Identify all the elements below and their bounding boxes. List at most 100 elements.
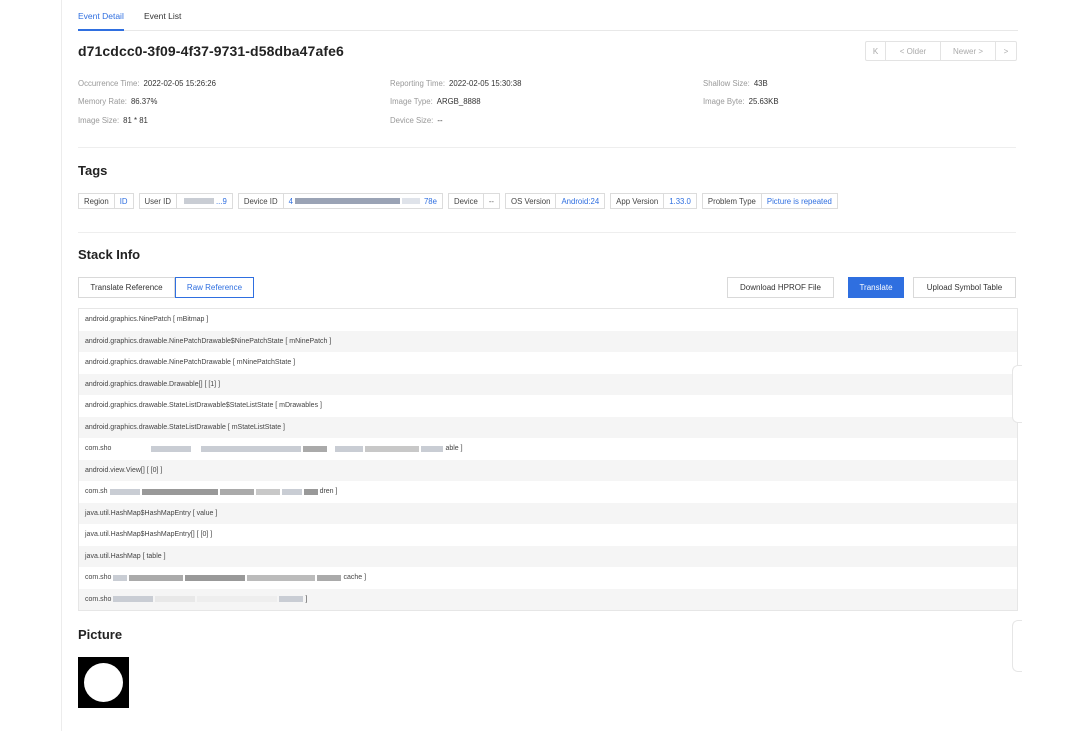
- redacted-block: [201, 445, 302, 452]
- upload-symbol-table-button[interactable]: Upload Symbol Table: [913, 277, 1016, 298]
- redacted-block: [421, 445, 444, 452]
- tag-value: ...9: [177, 194, 232, 208]
- stack-row-tail: able ]: [445, 445, 463, 453]
- image-size: Image Size: 81 * 81: [78, 116, 148, 125]
- last-page-button[interactable]: >: [996, 42, 1016, 60]
- stack-row: android.graphics.drawable.NinePatchDrawa…: [79, 352, 1017, 374]
- tag-device: Device --: [447, 193, 501, 209]
- active-tab-indicator: [78, 29, 124, 31]
- stack-row-text: android.graphics.drawable.NinePatchDrawa…: [85, 337, 332, 345]
- redacted-block: [255, 488, 280, 495]
- redacted-block: [185, 574, 246, 581]
- older-button[interactable]: < Older: [886, 42, 941, 60]
- redacted-block: [129, 574, 184, 581]
- tag-key: OS Version: [506, 194, 557, 208]
- pager: K < Older Newer > >: [865, 41, 1017, 61]
- stack-row-tail: cache ]: [343, 574, 367, 582]
- stack-row: com.sh dren ]: [79, 481, 1017, 503]
- stack-row-text: com.sho: [85, 445, 112, 453]
- redacted-block: [113, 596, 154, 603]
- tag-value: --: [488, 196, 495, 206]
- image-byte: Image Byte: 25.63KB: [703, 97, 779, 106]
- divider: [78, 147, 1016, 148]
- redacted-block: [335, 445, 364, 452]
- tag-key: Region: [79, 194, 115, 208]
- stack-row-text: android.graphics.NinePatch [ mBitmap ]: [85, 316, 209, 324]
- stack-row-text: java.util.HashMap$HashMapEntry [ value ]: [85, 509, 218, 517]
- tag-value: Picture is repeated: [766, 196, 832, 206]
- stack-row-text: java.util.HashMap [ table ]: [85, 552, 166, 560]
- occurrence-time: Occurrence Time: 2022-02-05 15:26:26: [78, 79, 216, 88]
- redacted-block: [155, 596, 196, 603]
- tag-key: Problem Type: [703, 194, 762, 208]
- tag-region: Region ID: [78, 193, 134, 209]
- tag-os-version: OS Version Android:24: [505, 193, 606, 209]
- bitmap-preview: [78, 657, 129, 708]
- stack-row: java.util.HashMap [ table ]: [79, 545, 1017, 567]
- raw-reference-button[interactable]: Raw Reference: [175, 277, 254, 298]
- stack-row-tail: dren ]: [319, 488, 338, 496]
- tab-bar: Event Detail Event List: [78, 0, 1018, 31]
- stack-row: com.sho cache ]: [79, 567, 1017, 589]
- redacted-block: [109, 488, 140, 495]
- tags-heading: Tags: [78, 163, 108, 178]
- stack-row: android.graphics.drawable.Drawable[] [ […: [79, 373, 1017, 395]
- stack-row-text: android.graphics.drawable.Drawable[] [ […: [85, 380, 221, 388]
- redacted-block: [317, 574, 342, 581]
- redacted-block: [247, 574, 316, 581]
- stack-row-text: com.sho: [85, 574, 112, 582]
- stack-row: com.sho able ]: [79, 438, 1017, 460]
- tab-event-list[interactable]: Event List: [144, 11, 181, 21]
- stack-row: com.sho]: [79, 588, 1017, 610]
- tag-list: Region ID User ID ...9 Device ID 4 78e De…: [78, 193, 838, 209]
- stack-row: android.graphics.drawable.StateListDrawa…: [79, 416, 1017, 438]
- redacted-block: [281, 488, 302, 495]
- stack-row-text: android.view.View[] [ [0] ]: [85, 466, 163, 474]
- stack-row-text: android.graphics.drawable.StateListDrawa…: [85, 423, 285, 431]
- stack-row-text: android.graphics.drawable.StateListDrawa…: [85, 402, 322, 410]
- stack-row: android.view.View[] [ [0] ]: [79, 459, 1017, 481]
- side-float-tab[interactable]: [1012, 365, 1022, 423]
- left-border: [61, 0, 62, 731]
- tag-user-id: User ID ...9: [138, 193, 233, 209]
- tag-value: ID: [119, 196, 128, 206]
- first-page-button[interactable]: K: [866, 42, 886, 60]
- image-type: Image Type: ARGB_8888: [390, 97, 481, 106]
- tag-key: Device: [449, 194, 484, 208]
- stack-row: android.graphics.drawable.NinePatchDrawa…: [79, 330, 1017, 352]
- redacted-block: [303, 445, 328, 452]
- stack-row-tail: ]: [305, 595, 308, 603]
- stack-row: android.graphics.NinePatch [ mBitmap ]: [79, 309, 1017, 331]
- download-hprof-button[interactable]: Download HPROF File: [727, 277, 834, 298]
- redacted-block: [151, 445, 192, 452]
- redacted-block: [219, 488, 254, 495]
- device-size: Device Size: --: [390, 116, 443, 125]
- redacted-block: [113, 574, 128, 581]
- redacted-block: [365, 445, 420, 452]
- translate-reference-button[interactable]: Translate Reference: [78, 277, 175, 298]
- stack-row-text: com.sho: [85, 595, 112, 603]
- redacted-block: [141, 488, 218, 495]
- bitmap-circle: [84, 663, 123, 702]
- side-float-tab-lower[interactable]: [1012, 620, 1022, 672]
- redacted-block: [303, 488, 318, 495]
- newer-button[interactable]: Newer >: [941, 42, 996, 60]
- tag-value: 1.33.0: [669, 196, 691, 206]
- stack-row-text: android.graphics.drawable.NinePatchDrawa…: [85, 359, 296, 367]
- stack-row: java.util.HashMap$HashMapEntry[] [ [0] ]: [79, 524, 1017, 546]
- tag-key: Device ID: [239, 194, 284, 208]
- stack-info-heading: Stack Info: [78, 247, 141, 262]
- shallow-size: Shallow Size: 43B: [703, 79, 768, 88]
- tab-event-detail[interactable]: Event Detail: [78, 11, 124, 21]
- redacted-block: [197, 596, 278, 603]
- reporting-time: Reporting Time: 2022-02-05 15:30:38: [390, 79, 522, 88]
- divider: [78, 232, 1016, 233]
- tag-device-id: Device ID 4 78e: [237, 193, 443, 209]
- tag-app-version: App Version 1.33.0: [610, 193, 697, 209]
- redacted-block: [279, 596, 304, 603]
- translate-button[interactable]: Translate: [848, 277, 904, 298]
- memory-rate: Memory Rate: 86.37%: [78, 97, 158, 106]
- stack-row-text: com.sh: [85, 488, 108, 496]
- tag-value: Android:24: [561, 196, 600, 206]
- stack-row: android.graphics.drawable.StateListDrawa…: [79, 395, 1017, 417]
